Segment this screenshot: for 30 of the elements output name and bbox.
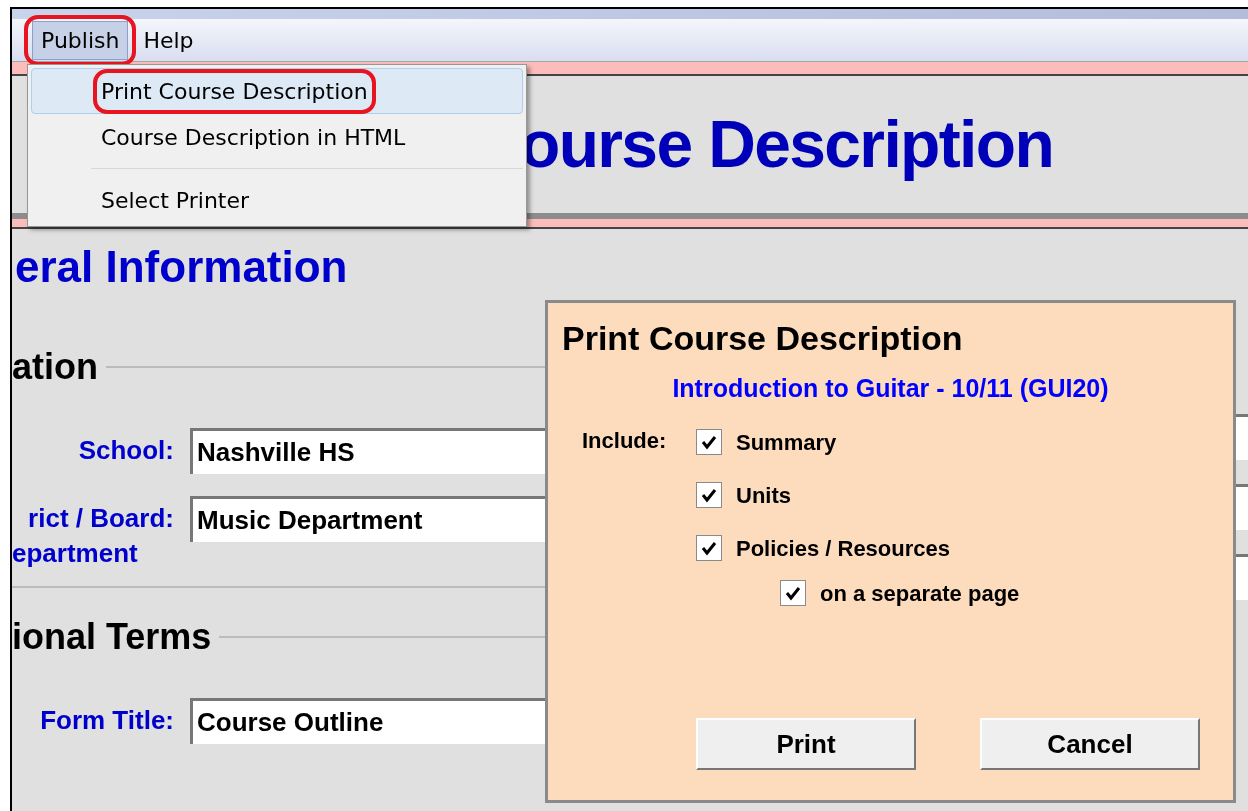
checkbox[interactable]	[696, 535, 722, 561]
option-label: Policies / Resources	[736, 534, 950, 563]
checkbox[interactable]	[780, 580, 806, 606]
menu-item[interactable]: Select Printer	[31, 177, 523, 223]
check-icon	[701, 487, 717, 503]
dialog-button[interactable]: Cancel	[980, 718, 1200, 770]
menu-item[interactable]: Course Description in HTML	[31, 114, 523, 160]
field-label: Form Title:	[40, 704, 174, 737]
menu-bar-item[interactable]: Help	[134, 20, 203, 60]
section-heading: eral Information	[15, 241, 349, 293]
group-title: ional Terms	[12, 615, 212, 659]
include-label: Include:	[582, 426, 668, 455]
option-label: Units	[736, 481, 791, 510]
field-label: epartment	[12, 540, 138, 566]
dialog-button[interactable]: Print	[696, 718, 916, 770]
dialog-title: Print Course Description	[562, 318, 964, 359]
menu-item[interactable]: Print Course Description	[31, 68, 523, 114]
check-icon	[785, 585, 801, 601]
check-icon	[701, 434, 717, 450]
course-name: Introduction to Guitar - 10/11 (GUI20)	[672, 373, 1109, 404]
check-icon	[701, 540, 717, 556]
option-label: Summary	[736, 428, 837, 457]
page-title: ourse Description	[520, 106, 1054, 183]
menu-bar-item[interactable]: Publish	[32, 20, 129, 60]
group-title: ation	[12, 345, 98, 389]
field-label: School:	[78, 434, 174, 467]
field-label: rict / Board:	[28, 502, 174, 535]
option-label: on a separate page	[820, 579, 1020, 608]
checkbox[interactable]	[696, 482, 722, 508]
checkbox[interactable]	[696, 429, 722, 455]
